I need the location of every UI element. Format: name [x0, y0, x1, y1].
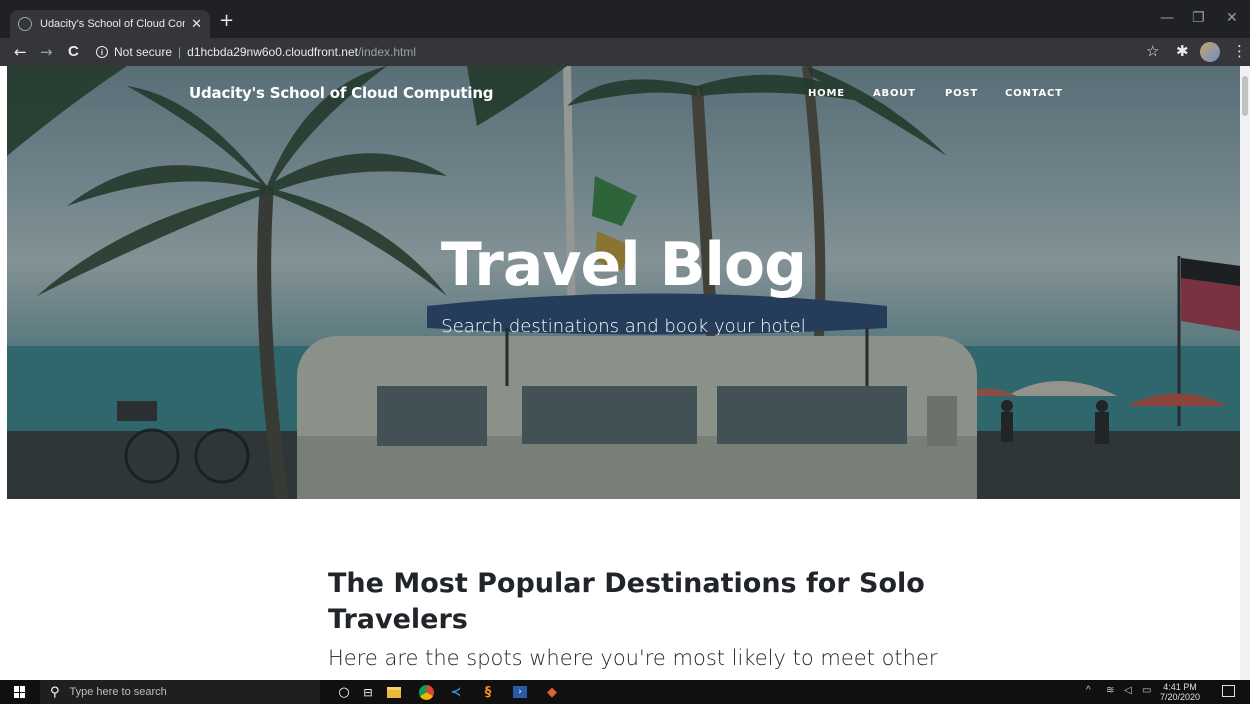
clock-date: 7/20/2020 [1160, 692, 1201, 702]
forward-button[interactable]: → [40, 42, 53, 62]
volume-icon[interactable]: ◁ [1124, 685, 1132, 696]
hero-title: Travel Blog [440, 230, 807, 300]
windows-taskbar: ⚲ Type here to search ○ ⊟ ≺ § › ◆ ^ ≋ ◁ … [0, 680, 1250, 704]
search-icon: ⚲ [50, 684, 60, 700]
post-title[interactable]: The Most Popular Destinations for Solo T… [328, 566, 948, 638]
powershell-icon[interactable]: › [512, 684, 528, 700]
file-explorer-icon[interactable] [386, 684, 402, 700]
minimize-button[interactable]: — [1160, 10, 1174, 26]
security-label: Not secure [114, 45, 173, 59]
vscode-icon[interactable]: ≺ [448, 684, 464, 700]
taskbar-search-placeholder: Type here to search [69, 686, 167, 698]
profile-avatar[interactable] [1200, 42, 1220, 62]
extensions-icon[interactable]: ✱ [1176, 42, 1189, 60]
nav-post[interactable]: POST [945, 88, 978, 99]
task-view-icon[interactable]: ⊟ [360, 684, 376, 700]
page-scrollbar[interactable] [1240, 66, 1250, 680]
chevron-up-icon[interactable]: ^ [1086, 685, 1091, 696]
browser-tab[interactable]: Udacity's School of Cloud Comp ✕ [10, 10, 210, 38]
bookmark-star-icon[interactable]: ☆ [1146, 42, 1159, 60]
nav-home[interactable]: HOME [808, 88, 845, 99]
post-subtitle: Here are the spots where you're most lik… [328, 646, 938, 670]
browser-toolbar: ← → C i Not secure | d1hcbda29nw6o0.clou… [0, 38, 1250, 66]
back-button[interactable]: ← [14, 42, 27, 62]
chrome-icon[interactable] [418, 684, 434, 700]
nav-about[interactable]: ABOUT [873, 88, 916, 99]
browser-tab-strip: Udacity's School of Cloud Comp ✕ + — ❐ ✕ [0, 0, 1250, 38]
git-icon[interactable]: ◆ [544, 684, 560, 700]
page-viewport: Udacity's School of Cloud Computing HOME… [0, 66, 1240, 680]
hero-banner: Udacity's School of Cloud Computing HOME… [7, 66, 1240, 499]
tab-close-icon[interactable]: ✕ [191, 17, 202, 32]
cortana-icon[interactable]: ○ [336, 684, 352, 700]
clock-time: 4:41 PM [1163, 682, 1197, 692]
battery-icon[interactable]: ▭ [1142, 685, 1151, 696]
notification-icon[interactable] [1222, 685, 1235, 697]
browser-menu-icon[interactable]: ⋮ [1232, 42, 1247, 60]
scroll-thumb[interactable] [1242, 76, 1248, 116]
omnibox-divider: | [178, 45, 182, 59]
nav-contact[interactable]: CONTACT [1005, 88, 1063, 99]
new-tab-button[interactable]: + [219, 11, 234, 31]
reload-button[interactable]: C [68, 42, 79, 62]
close-window-button[interactable]: ✕ [1226, 10, 1238, 26]
url-host: d1hcbda29nw6o0.cloudfront.net [187, 45, 358, 59]
windows-icon[interactable] [14, 686, 26, 698]
favicon-icon [18, 17, 32, 31]
tab-title: Udacity's School of Cloud Comp [40, 18, 186, 30]
url-path: /index.html [357, 45, 416, 59]
info-icon[interactable]: i [96, 46, 108, 58]
site-brand[interactable]: Udacity's School of Cloud Computing [189, 84, 494, 102]
address-bar[interactable]: i Not secure | d1hcbda29nw6o0.cloudfront… [96, 41, 1136, 63]
restore-button[interactable]: ❐ [1192, 10, 1205, 26]
taskbar-clock[interactable]: 4:41 PM 7/20/2020 [1160, 682, 1200, 702]
taskbar-search-box[interactable]: ⚲ Type here to search [40, 680, 320, 704]
hero-subtitle: Search destinations and book your hotel [441, 316, 806, 337]
sublime-icon[interactable]: § [480, 684, 496, 700]
wifi-icon[interactable]: ≋ [1106, 685, 1114, 696]
